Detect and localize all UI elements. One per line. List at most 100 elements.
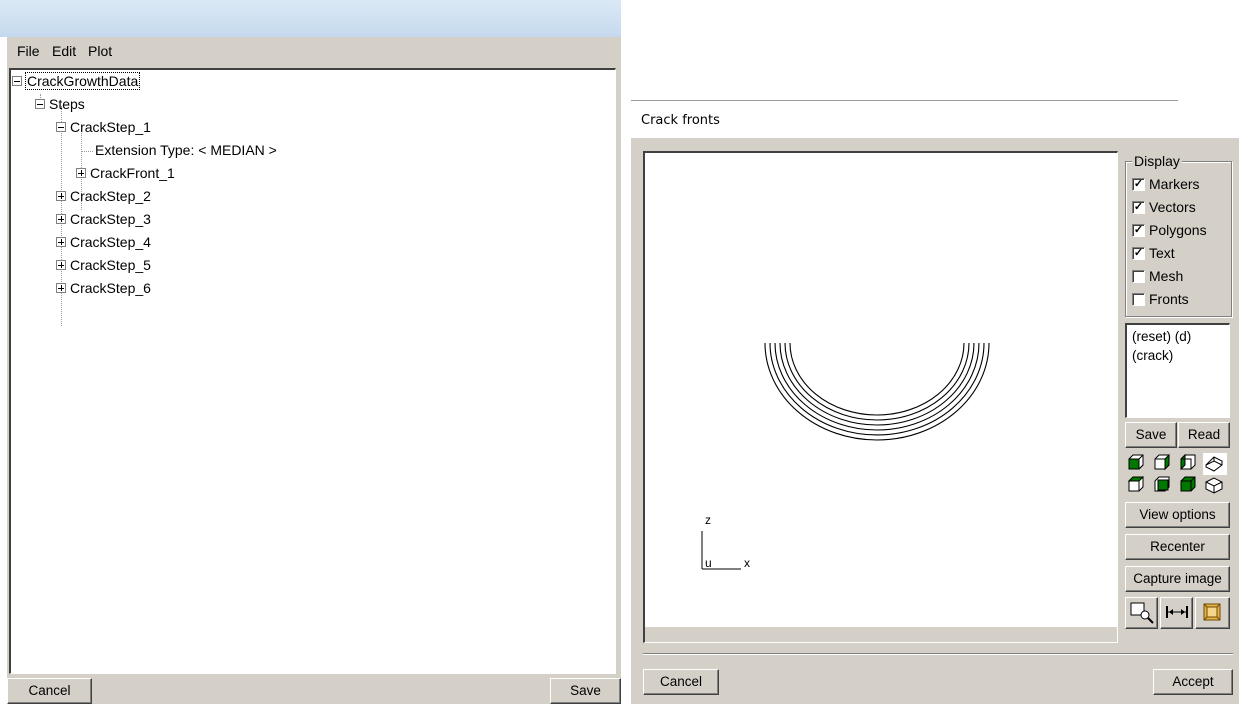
- cancel-label: Cancel: [659, 674, 703, 689]
- checkbox-box[interactable]: ✓: [1132, 223, 1145, 237]
- crack-fronts-header: Crack fronts: [631, 101, 1239, 138]
- recenter-button[interactable]: Recenter: [1125, 534, 1230, 560]
- crack-fronts-body: z u x Display ✓ Markers ✓ Vectors ✓ Polygon…: [631, 138, 1239, 704]
- tree-node-crackstep-2[interactable]: CrackStep_2: [56, 186, 151, 206]
- view-read-button[interactable]: Read: [1178, 422, 1230, 448]
- crack-front-arc: [779, 342, 975, 426]
- fit-width-icon[interactable]: [1160, 597, 1193, 629]
- collapse-icon[interactable]: [35, 99, 45, 110]
- checkbox-label: Fronts: [1149, 291, 1189, 307]
- tree-connector: [81, 151, 93, 152]
- view-right-icon[interactable]: [1177, 453, 1201, 475]
- accept-label: Accept: [1172, 674, 1214, 689]
- zoom-box-icon[interactable]: [1195, 597, 1230, 629]
- view-iso-icon[interactable]: [1203, 453, 1227, 475]
- checkbox-box[interactable]: [1132, 292, 1145, 306]
- view-left-icon[interactable]: [1125, 475, 1149, 497]
- capture-image-button[interactable]: Capture image: [1125, 566, 1230, 592]
- list-item[interactable]: (reset) (d): [1132, 329, 1191, 344]
- divider: [643, 653, 1233, 655]
- expand-icon[interactable]: [56, 283, 66, 294]
- crack-front-drawing: [701, 342, 990, 570]
- polygons-checkbox[interactable]: ✓ Polygons: [1132, 220, 1207, 240]
- window-titlebar[interactable]: [0, 0, 621, 37]
- tree-node-extension-type[interactable]: Extension Type: < MEDIAN >: [95, 140, 277, 160]
- menu-file[interactable]: File: [17, 43, 40, 59]
- tree-node-crackstep-5[interactable]: CrackStep_5: [56, 255, 151, 275]
- save-label: Save: [1135, 427, 1167, 442]
- zoom-window-icon[interactable]: [1125, 597, 1158, 629]
- tree-window-frame: File Edit Plot CrackGrowthData Steps Cra…: [7, 37, 621, 704]
- z-axis-label: z: [705, 513, 711, 527]
- tree-node-label: CrackStep_5: [70, 257, 151, 273]
- view-options-label: View options: [1139, 507, 1216, 522]
- save-button[interactable]: Save: [550, 678, 621, 704]
- markers-checkbox[interactable]: ✓ Markers: [1132, 174, 1200, 194]
- tree-node-steps[interactable]: Steps: [35, 94, 85, 114]
- tree-node-label: CrackStep_3: [70, 211, 151, 227]
- plot-canvas[interactable]: z u x: [643, 151, 1118, 643]
- checkbox-label: Text: [1149, 245, 1175, 261]
- tree-node-label: CrackStep_1: [70, 119, 151, 135]
- checkbox-box[interactable]: [1132, 269, 1145, 283]
- tree-node-label: CrackFront_1: [90, 165, 175, 181]
- tree-node-label: CrackStep_6: [70, 280, 151, 296]
- crack-front-arc: [789, 342, 965, 416]
- expand-icon[interactable]: [56, 260, 66, 271]
- view-save-button[interactable]: Save: [1125, 422, 1177, 448]
- tree-window: File Edit Plot CrackGrowthData Steps Cra…: [0, 0, 621, 704]
- checkbox-label: Mesh: [1149, 268, 1184, 284]
- recenter-label: Recenter: [1150, 539, 1205, 554]
- tree-view[interactable]: CrackGrowthData Steps CrackStep_1 Extens…: [9, 68, 616, 674]
- crack-fronts-title: Crack fronts: [641, 113, 720, 128]
- checkbox-label: Markers: [1149, 176, 1200, 192]
- checkbox-box[interactable]: ✓: [1132, 200, 1145, 214]
- tree-node-root[interactable]: CrackGrowthData: [12, 71, 141, 91]
- tree-node-label: CrackStep_4: [70, 234, 151, 250]
- view-iso2-icon[interactable]: [1203, 475, 1227, 497]
- checkbox-label: Polygons: [1149, 222, 1207, 238]
- checkbox-box[interactable]: ✓: [1132, 177, 1145, 191]
- expand-icon[interactable]: [56, 214, 66, 225]
- vectors-checkbox[interactable]: ✓ Vectors: [1132, 197, 1196, 217]
- tree-window-footer: Cancel Save: [7, 674, 621, 704]
- tree-node-crackstep-1[interactable]: CrackStep_1: [56, 117, 151, 137]
- u-axis-label: u: [705, 556, 712, 570]
- menu-bar: File Edit Plot: [7, 37, 621, 65]
- crack-front-arc: [784, 342, 970, 421]
- tree-node-crackfront-1[interactable]: CrackFront_1: [76, 163, 175, 183]
- view-list[interactable]: (reset) (d) (crack): [1125, 323, 1230, 418]
- canvas-scrollbar[interactable]: [645, 627, 1117, 642]
- view-bottom-icon[interactable]: [1177, 475, 1201, 497]
- read-label: Read: [1187, 427, 1221, 442]
- text-checkbox[interactable]: ✓ Text: [1132, 243, 1175, 263]
- checkbox-box[interactable]: ✓: [1132, 246, 1145, 260]
- tree-node-crackstep-3[interactable]: CrackStep_3: [56, 209, 151, 229]
- accept-button[interactable]: Accept: [1153, 669, 1233, 695]
- tree-node-label: CrackStep_2: [70, 188, 151, 204]
- menu-plot[interactable]: Plot: [88, 43, 112, 59]
- cancel-button[interactable]: Cancel: [7, 678, 92, 704]
- tree-node-label: Extension Type: < MEDIAN >: [95, 142, 277, 158]
- fronts-checkbox[interactable]: Fronts: [1132, 289, 1189, 309]
- cancel-button-label: Cancel: [28, 683, 71, 698]
- mesh-checkbox[interactable]: Mesh: [1132, 266, 1183, 286]
- display-group: Display ✓ Markers ✓ Vectors ✓ Polygons ✓ Tex…: [1125, 153, 1232, 317]
- collapse-icon[interactable]: [12, 76, 22, 87]
- expand-icon[interactable]: [76, 168, 86, 179]
- collapse-icon[interactable]: [56, 122, 66, 133]
- crack-fronts-window: Crack fronts z u x Display ✓ Markers ✓ V…: [631, 100, 1239, 704]
- crack-front-arc: [774, 342, 980, 431]
- expand-icon[interactable]: [56, 191, 66, 202]
- view-top-icon[interactable]: [1151, 475, 1175, 497]
- list-item[interactable]: (crack): [1132, 348, 1173, 363]
- tree-node-crackstep-4[interactable]: CrackStep_4: [56, 232, 151, 252]
- tree-node-label: CrackGrowthData: [24, 72, 141, 90]
- menu-edit[interactable]: Edit: [52, 43, 76, 59]
- tree-node-crackstep-6[interactable]: CrackStep_6: [56, 278, 151, 298]
- view-front-icon[interactable]: [1125, 453, 1149, 475]
- crack-fronts-cancel-button[interactable]: Cancel: [643, 669, 719, 695]
- view-back-icon[interactable]: [1151, 453, 1175, 475]
- view-options-button[interactable]: View options: [1125, 502, 1230, 528]
- expand-icon[interactable]: [56, 237, 66, 248]
